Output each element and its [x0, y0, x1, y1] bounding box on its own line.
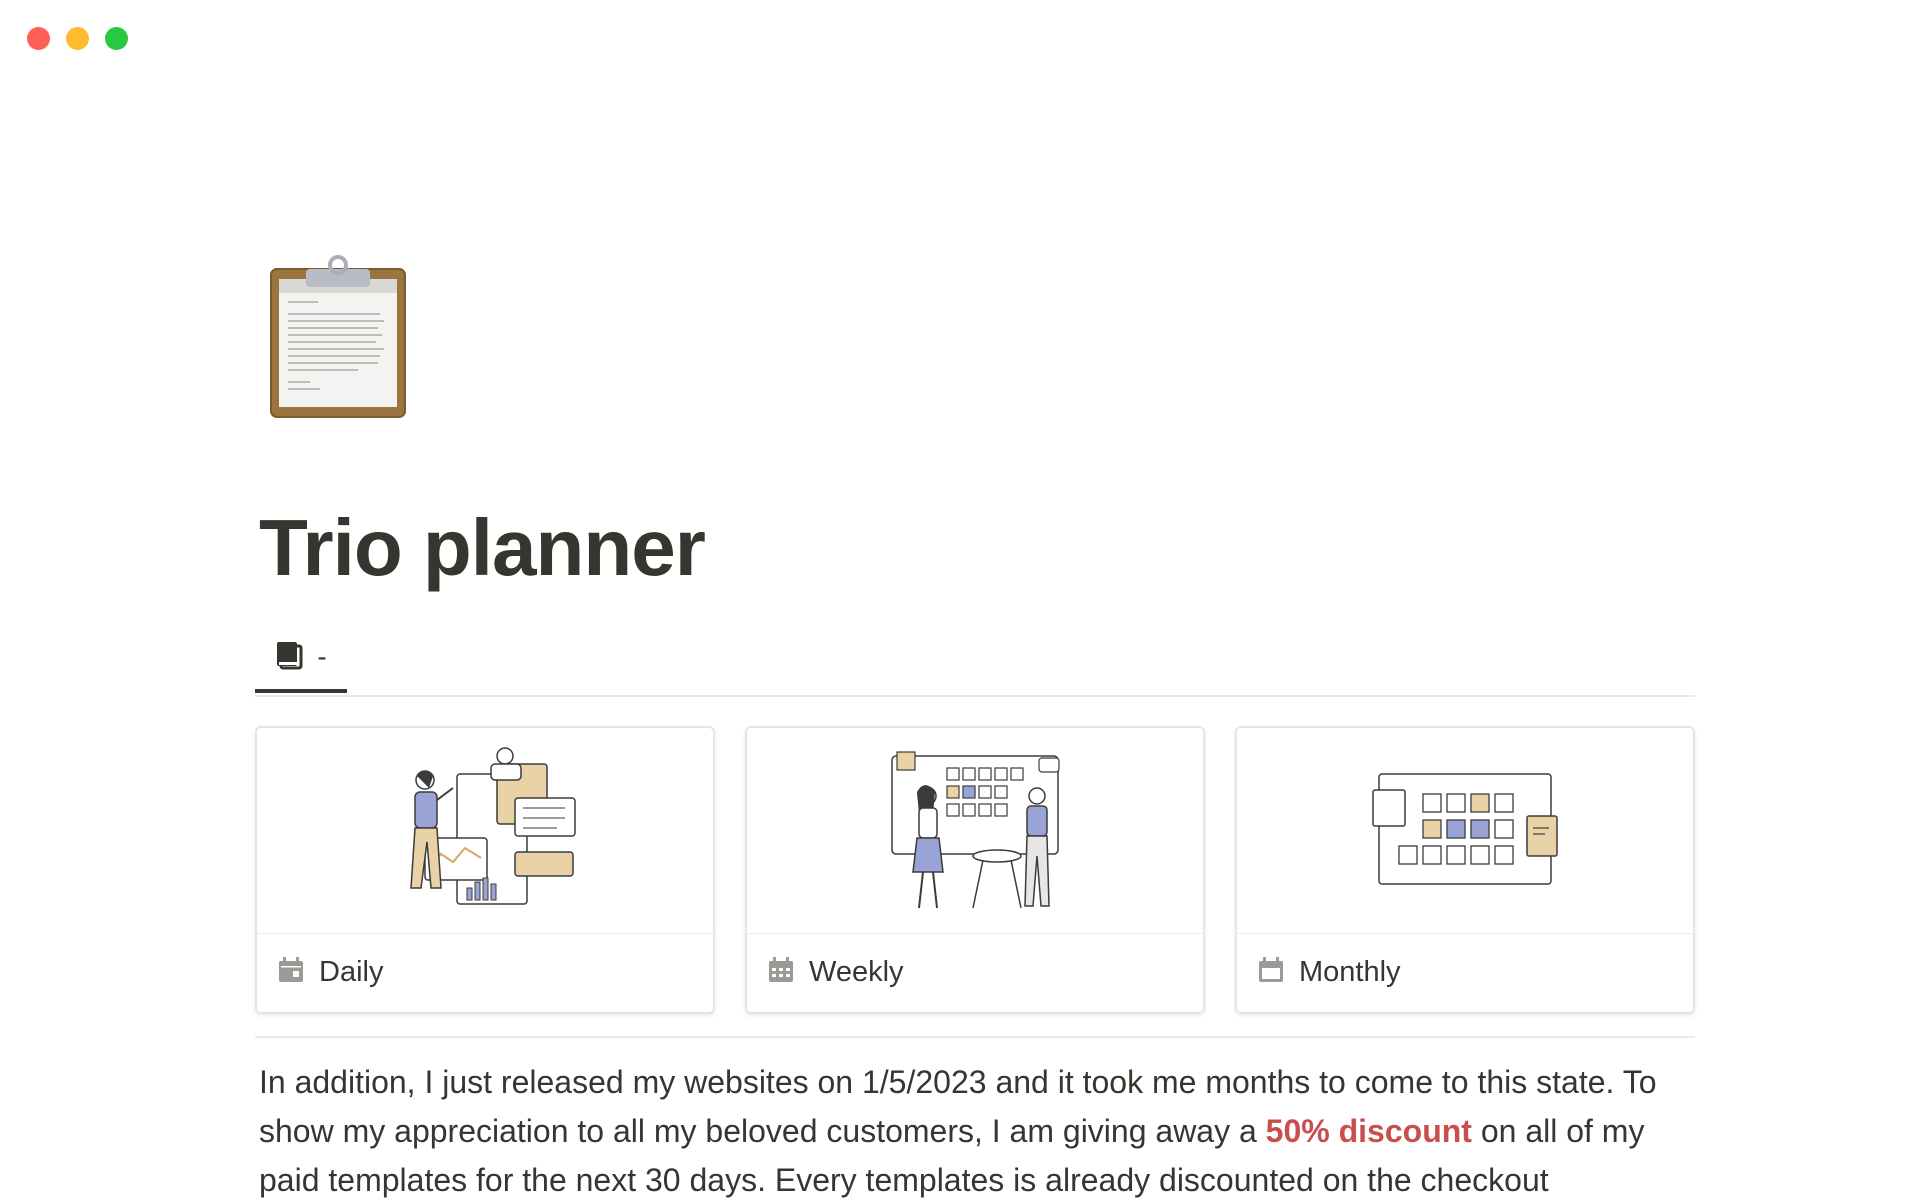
window-controls	[27, 27, 128, 50]
card-cover-image	[747, 728, 1203, 934]
card-footer: Weekly	[747, 933, 1203, 1012]
card-footer: Daily	[257, 933, 713, 1012]
calendar-grid-icon	[767, 956, 795, 989]
card-cover-image	[257, 728, 713, 934]
app-window: Trio planner - Daily Weekly Monthly In a…	[0, 0, 1920, 1200]
calendar-icon	[277, 956, 305, 989]
view-tabbar: -	[255, 625, 1695, 697]
gallery-card-weekly[interactable]: Weekly	[745, 726, 1205, 1014]
gallery-card-monthly[interactable]: Monthly	[1235, 726, 1695, 1014]
divider	[255, 1036, 1695, 1038]
card-footer: Monthly	[1237, 933, 1693, 1012]
maximize-window-button[interactable]	[105, 27, 128, 50]
book-icon	[275, 640, 303, 675]
card-title: Weekly	[809, 956, 904, 988]
gallery-view: Daily Weekly Monthly	[255, 726, 1695, 1016]
minimize-window-button[interactable]	[66, 27, 89, 50]
clipboard-icon[interactable]	[268, 255, 408, 420]
calendar-month-icon	[1257, 956, 1285, 989]
card-title: Monthly	[1299, 956, 1401, 988]
card-title: Daily	[319, 956, 384, 988]
tab-gallery-view[interactable]: -	[255, 625, 347, 693]
gallery-card-daily[interactable]: Daily	[255, 726, 715, 1014]
page-title[interactable]: Trio planner	[259, 498, 706, 598]
discount-highlight: 50% discount	[1265, 1113, 1472, 1149]
close-window-button[interactable]	[27, 27, 50, 50]
tab-label: -	[317, 641, 327, 672]
card-cover-image	[1237, 728, 1693, 934]
body-paragraph[interactable]: In addition, I just released my websites…	[259, 1058, 1679, 1200]
